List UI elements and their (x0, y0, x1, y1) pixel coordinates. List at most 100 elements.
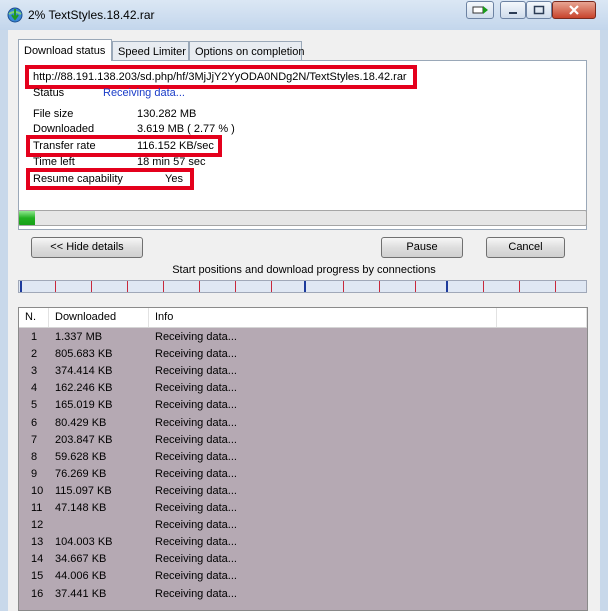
hide-details-button[interactable]: << Hide details (31, 237, 143, 258)
cell-downloaded: 1.337 MB (55, 331, 103, 343)
connection-marker (163, 281, 164, 292)
cell-info: Receiving data... (155, 484, 237, 497)
cell-info: Receiving data... (155, 587, 237, 600)
table-row[interactable]: 6 80.429 KB Receiving data... (19, 415, 587, 432)
table-row[interactable]: 2 805.683 KB Receiving data... (19, 346, 587, 363)
connection-marker (199, 281, 200, 292)
tab-label: Download status (24, 45, 106, 57)
cell-downloaded: 203.847 KB (55, 433, 113, 446)
cell-number: 3 (31, 365, 38, 378)
connections-progress-bar (18, 280, 587, 293)
cell-info: Receiving data... (155, 519, 237, 532)
close-icon[interactable] (552, 1, 596, 19)
arrow-right-icon[interactable] (466, 1, 494, 19)
status-value: Receiving data... (103, 87, 185, 99)
cell-number: 6 (31, 416, 38, 429)
connection-marker (304, 281, 306, 292)
cell-number: 10 (31, 484, 44, 497)
cell-info: Receiving data... (155, 365, 237, 378)
cell-downloaded: 374.414 KB (55, 365, 113, 378)
time-left-value: 18 min 57 sec (137, 156, 206, 168)
cell-number: 2 (31, 348, 38, 361)
connection-marker (446, 281, 448, 292)
connection-marker (91, 281, 92, 292)
connection-marker (555, 281, 556, 292)
highlight-box-transfer-rate (26, 135, 222, 157)
cell-number: 9 (31, 467, 38, 480)
cell-number: 14 (31, 553, 44, 566)
cell-info: Receiving data... (155, 570, 237, 583)
table-row[interactable]: 14 34.667 KB Receiving data... (19, 551, 587, 568)
table-row[interactable]: 1 1.337 MB Receiving data... (19, 329, 587, 346)
connection-marker (20, 281, 22, 292)
cell-downloaded: 59.628 KB (55, 450, 107, 463)
time-left-label: Time left (33, 156, 75, 168)
cell-downloaded: 162.246 KB (55, 382, 113, 395)
connection-marker (415, 281, 416, 292)
cell-info: Receiving data... (155, 331, 237, 343)
cell-number: 15 (31, 570, 44, 583)
connection-marker (379, 281, 380, 292)
connection-marker (55, 281, 56, 292)
table-row[interactable]: 9 76.269 KB Receiving data... (19, 466, 587, 483)
tab-label: Speed Limiter (118, 46, 186, 58)
minimize-icon[interactable] (500, 1, 526, 19)
cell-info: Receiving data... (155, 399, 237, 412)
maximize-icon[interactable] (526, 1, 552, 19)
cell-number: 13 (31, 536, 44, 549)
connection-marker (483, 281, 484, 292)
tab-download-status[interactable]: Download status (18, 39, 112, 61)
table-row[interactable]: 13 104.003 KB Receiving data... (19, 534, 587, 551)
cell-number: 4 (31, 382, 38, 395)
cell-downloaded: 165.019 KB (55, 399, 113, 412)
cell-info: Receiving data... (155, 553, 237, 566)
file-size-value: 130.282 MB (137, 108, 197, 120)
pause-button[interactable]: Pause (381, 237, 463, 258)
table-row[interactable]: 7 203.847 KB Receiving data... (19, 432, 587, 449)
cell-number: 5 (31, 399, 38, 412)
cell-downloaded: 37.441 KB (55, 587, 107, 600)
connection-marker (235, 281, 236, 292)
column-header-number[interactable]: N. (19, 308, 49, 327)
cell-info: Receiving data... (155, 502, 237, 514)
table-row[interactable]: 11 47.148 KB Receiving data... (19, 500, 587, 517)
file-size-label: File size (33, 108, 74, 120)
title-bar: 2% TextStyles.18.42.rar (0, 0, 608, 30)
column-header-blank (497, 308, 587, 327)
download-status-panel: http://88.191.138.203/sd.php/hf/3MjJjY2Y… (18, 60, 587, 230)
table-row[interactable]: 16 37.441 KB Receiving data... (19, 586, 587, 603)
connections-table[interactable]: N. Downloaded Info 1 1.337 MB Receiving da… (18, 307, 588, 611)
highlight-box-url (25, 65, 417, 89)
table-row[interactable]: 5 165.019 KB Receiving data... (19, 397, 587, 414)
table-row[interactable]: 4 162.246 KB Receiving data... (19, 380, 587, 397)
cell-downloaded: 115.097 KB (55, 484, 112, 497)
table-row[interactable]: 8 59.628 KB Receiving data... (19, 449, 587, 466)
cell-downloaded: 76.269 KB (55, 467, 107, 480)
cell-info: Receiving data... (155, 450, 237, 463)
cell-number: 16 (31, 587, 44, 600)
status-label: Status (33, 87, 65, 99)
column-header-downloaded[interactable]: Downloaded (49, 308, 149, 327)
table-row[interactable]: 12 Receiving data... (19, 517, 587, 534)
table-row[interactable]: 15 44.006 KB Receiving data... (19, 568, 587, 585)
cell-downloaded: 805.683 KB (55, 348, 113, 361)
tab-speed-limiter[interactable]: Speed Limiter (112, 41, 189, 60)
window-title: 2% TextStyles.18.42.rar (28, 8, 155, 22)
cell-number: 7 (31, 433, 38, 446)
table-header: N. Downloaded Info (19, 308, 587, 328)
table-row[interactable]: 10 115.097 KB Receiving data... (19, 483, 587, 500)
cell-info: Receiving data... (155, 382, 237, 395)
download-progress-bar (18, 210, 587, 226)
tab-options-on-completion[interactable]: Options on completion (189, 41, 304, 60)
connection-marker (343, 281, 344, 292)
cell-info: Receiving data... (155, 433, 237, 446)
cancel-button[interactable]: Cancel (486, 237, 565, 258)
cell-downloaded: 44.006 KB (55, 570, 107, 583)
cell-number: 12 (31, 519, 44, 532)
cell-number: 1 (31, 331, 38, 343)
cell-number: 11 (31, 502, 43, 514)
downloaded-label: Downloaded (33, 123, 95, 135)
table-row[interactable]: 3 374.414 KB Receiving data... (19, 363, 587, 380)
column-header-info[interactable]: Info (149, 308, 497, 327)
download-manager-globe-icon (6, 6, 24, 24)
